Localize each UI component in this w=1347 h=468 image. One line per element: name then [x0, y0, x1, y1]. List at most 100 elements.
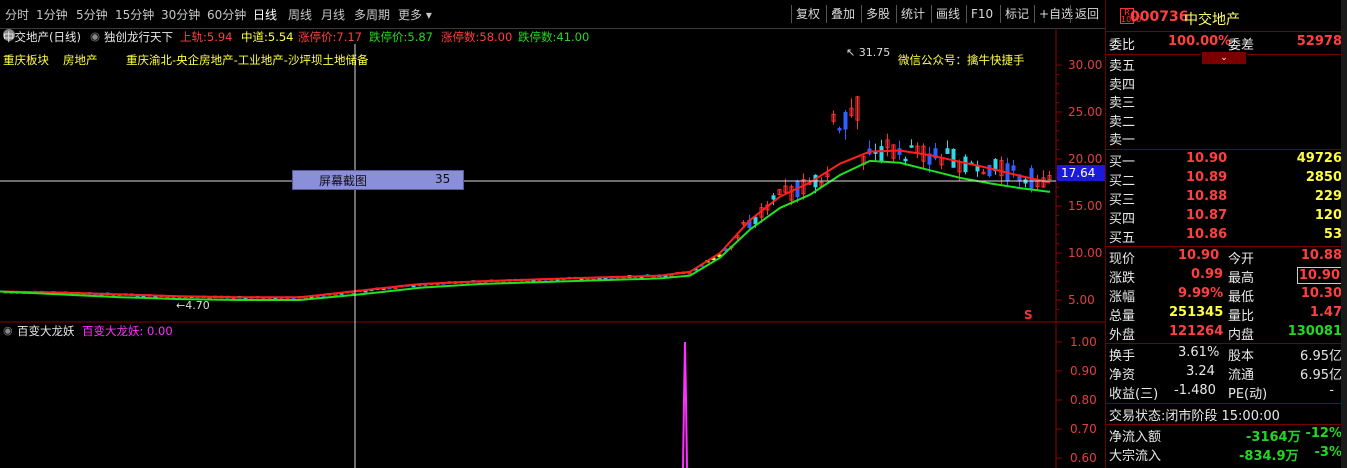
stat-label: 涨幅: [1109, 290, 1136, 305]
trade-status: 交易状态:闭市阶段 15:00:00: [1109, 409, 1280, 424]
price-axis-label: 10.00: [1068, 246, 1102, 260]
price-axis-label: 30.00: [1068, 58, 1102, 72]
sub-collapse-icon[interactable]: ◉: [3, 324, 13, 337]
sub-axis-label: 0.90: [1070, 364, 1097, 378]
buy-price: 10.86: [1186, 227, 1228, 242]
scrollbar[interactable]: [1341, 0, 1347, 468]
stat-value: 10.30: [1300, 286, 1342, 301]
buy-volume: 120: [1314, 208, 1342, 223]
candle-body: [945, 148, 950, 154]
stat-label: 涨跌: [1109, 271, 1136, 286]
stock-code: 000736: [1130, 9, 1189, 25]
stat-label: 现价: [1109, 252, 1136, 267]
quote-panel: R 1000 000736 中交地产 委比 100.00% 委差 52978 ⌄ …: [1105, 0, 1347, 468]
weicha-value: 52978: [1296, 34, 1342, 49]
candle-body: [771, 195, 776, 200]
sell-level-label: 卖二: [1109, 115, 1136, 130]
stat-value: 130081: [1287, 324, 1342, 339]
sell-level-label: 卖四: [1109, 78, 1136, 93]
stat-label: 量比: [1228, 309, 1255, 324]
stat-label: 外盘: [1109, 328, 1136, 343]
sub-axis-label: 1.00: [1070, 335, 1097, 349]
buy-level-row[interactable]: 买五 10.86 53: [1106, 227, 1344, 246]
buy-price: 10.89: [1186, 170, 1228, 185]
fund-label: 净资: [1109, 368, 1136, 383]
fund-value: 3.24: [1186, 364, 1215, 379]
buy-level-label: 买一: [1109, 155, 1136, 170]
price-axis-label: 20.00: [1068, 152, 1102, 166]
stat-value: 10.90: [1178, 248, 1220, 263]
weicha-label: 委差: [1228, 38, 1255, 53]
buy-level-label: 买二: [1109, 174, 1136, 189]
cursor-box-label: 屏幕截图: [319, 174, 368, 188]
buy-level-row[interactable]: 买一 10.90 49726: [1106, 151, 1344, 170]
fund-value: -1.480: [1174, 383, 1216, 398]
cursor-box-value: 35: [435, 172, 451, 186]
fund-label: 股本: [1228, 349, 1255, 364]
stat-value: 9.99%: [1178, 286, 1224, 301]
stat-value: 121264: [1169, 324, 1224, 339]
flow-value: -834.9万: [1239, 449, 1299, 464]
stat-value: 251345: [1169, 305, 1224, 320]
price-axis-label: 25.00: [1068, 105, 1102, 119]
sell-level-label: 卖三: [1109, 96, 1136, 111]
stat-label: 最高: [1228, 271, 1255, 286]
candle-body: [879, 146, 884, 162]
candle-body: [1011, 165, 1016, 171]
weibi-label: 委比: [1109, 38, 1136, 53]
kline-chart[interactable]: 30.00 25.00 20.00 15.00 10.00 5.00 1.00 0.90 0.…: [0, 0, 1105, 468]
buy-volume: 229: [1314, 189, 1342, 204]
sub-axis-label: 0.60: [1070, 451, 1097, 465]
sub-axis-label: 0.80: [1070, 393, 1097, 407]
price-axis-label: 15.00: [1068, 199, 1102, 213]
stat-label: 内盘: [1228, 328, 1255, 343]
stat-value: 0.99: [1191, 267, 1224, 282]
price-axis-label: 5.00: [1068, 293, 1095, 307]
buy-price: 10.87: [1186, 208, 1228, 223]
flow-pct: -12%: [1305, 426, 1342, 441]
stat-value: 1.47: [1309, 305, 1342, 320]
buy-volume: 53: [1323, 227, 1342, 242]
stat-value: 10.90: [1296, 267, 1342, 284]
stat-label: 今开: [1228, 252, 1255, 267]
sub-series-label: 百变大龙妖:: [82, 324, 144, 338]
fund-value: 6.95亿: [1300, 368, 1342, 383]
candle-body: [909, 145, 914, 148]
stat-label: 总量: [1109, 309, 1136, 324]
high-price-label: ↖ 31.75: [846, 46, 890, 59]
buy-price: 10.88: [1186, 189, 1228, 204]
buy-level-label: 买三: [1109, 193, 1136, 208]
fund-value: 3.61%: [1178, 345, 1220, 360]
sell-level-label: 卖五: [1109, 59, 1136, 74]
candle-body: [753, 216, 758, 225]
fund-value: 6.95亿: [1300, 349, 1342, 364]
low-price-label: ←4.70: [176, 299, 210, 312]
sell-level-label: 卖一: [1109, 133, 1136, 148]
weibi-value: 100.00%: [1168, 34, 1232, 49]
candle-body: [903, 158, 908, 162]
sub-indicator-line: [682, 341, 688, 468]
stock-name: 中交地产: [1184, 12, 1240, 28]
fund-label: 收益(三): [1109, 387, 1159, 402]
mid-band-line: [0, 149, 1051, 299]
cursor-info-box: 屏幕截图 35: [292, 170, 464, 190]
stat-label: 最低: [1228, 290, 1255, 305]
cursor-price-tag: 17.64: [1057, 165, 1105, 181]
flow-label: 净流入额: [1109, 430, 1162, 445]
candle-body: [951, 148, 956, 168]
flow-value: -3164万: [1246, 430, 1301, 445]
buy-level-label: 买四: [1109, 212, 1136, 227]
buy-price: 10.90: [1186, 151, 1228, 166]
sub-chart-title: 百变大龙妖: [17, 324, 75, 338]
candle-body: [837, 128, 842, 131]
buy-level-row[interactable]: 买二 10.89 2850: [1106, 170, 1344, 189]
fund-label: 换手: [1109, 349, 1136, 364]
fund-label: 流通: [1228, 368, 1255, 383]
buy-level-row[interactable]: 买三 10.88 229: [1106, 189, 1344, 208]
sub-series-value: 0.00: [147, 324, 173, 338]
buy-level-row[interactable]: 买四 10.87 120: [1106, 208, 1344, 227]
candle-body: [843, 112, 848, 130]
flow-label: 大宗流入: [1109, 449, 1162, 464]
flow-pct: -3%: [1314, 445, 1342, 460]
buy-level-label: 买五: [1109, 231, 1136, 246]
